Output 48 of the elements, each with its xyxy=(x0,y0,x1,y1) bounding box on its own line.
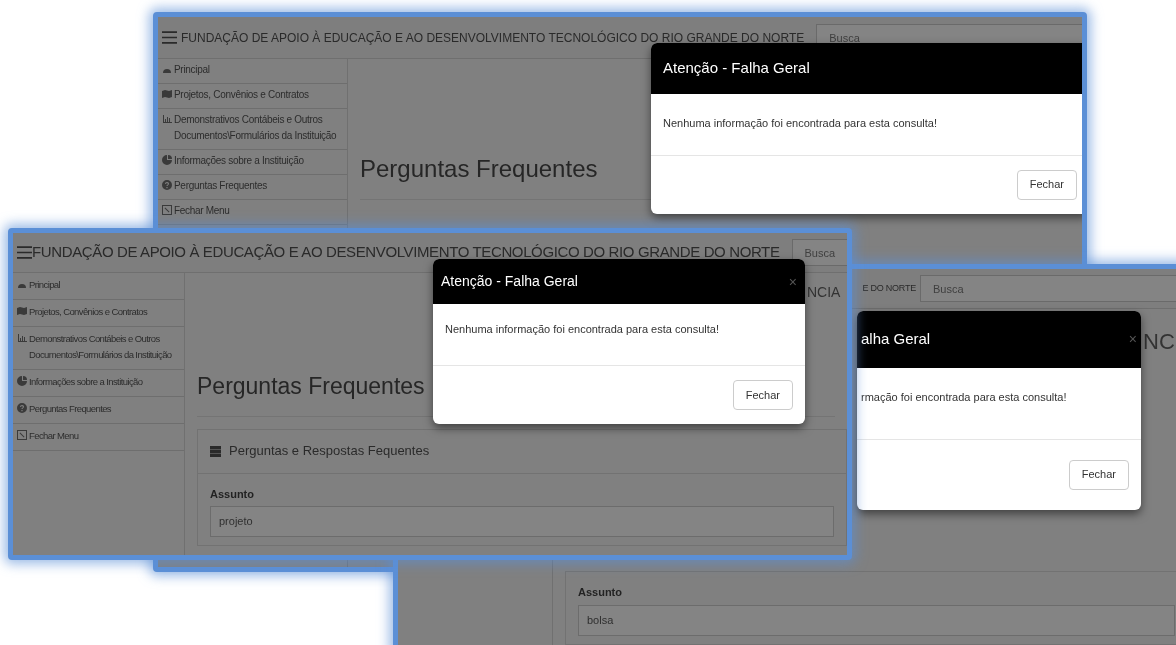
close-dialog-button[interactable]: Fechar xyxy=(732,380,793,410)
cut-heading-text: NC xyxy=(1143,331,1175,353)
sidebar-item[interactable]: Perguntas Frequentes xyxy=(13,397,184,424)
map-icon xyxy=(17,306,27,316)
sidebar-item[interactable]: Perguntas Frequentes xyxy=(158,175,347,200)
dialog-message: Nenhuma informação foi encontrada para esta consulta! xyxy=(663,116,937,129)
dialog-title: Atenção - Falha Geral xyxy=(441,272,578,291)
page-heading: Perguntas Frequentes xyxy=(360,155,598,182)
search-field[interactable]: Busca xyxy=(791,239,847,266)
subject-field[interactable]: projeto xyxy=(210,506,834,537)
map-icon xyxy=(162,89,172,99)
search-field[interactable]: Busca xyxy=(920,275,1176,302)
dialog-message: rmação foi encontrada para esta consulta! xyxy=(861,390,1067,403)
dialog-title: Atenção - Falha Geral xyxy=(663,58,810,78)
sidebar-item[interactable]: Projetos, Convênios e Contratos xyxy=(13,300,184,327)
sidebar-item[interactable]: Demonstrativos Contábeis e Outros Documentos\Formulários da Instituição xyxy=(13,327,184,370)
field-label: Assunto xyxy=(210,486,255,502)
page-heading: Perguntas Frequentes xyxy=(197,373,425,399)
panel-title: Perguntas e Respostas Fequentes xyxy=(229,442,430,461)
site-title: E DO NORTE xyxy=(862,281,916,295)
subject-field[interactable]: bolsa xyxy=(578,604,1175,636)
close-dialog-button[interactable]: Fechar xyxy=(1068,459,1129,490)
question-icon xyxy=(162,180,172,190)
pie-chart-icon xyxy=(17,376,27,386)
list-icon xyxy=(210,445,221,457)
sidebar-item[interactable]: Informações sobre a Instituição xyxy=(13,370,184,397)
close-dialog-button[interactable]: Fechar xyxy=(1016,169,1077,200)
sidebar-item[interactable]: Fechar Menu xyxy=(13,424,184,451)
sidebar-item[interactable]: Fechar Menu xyxy=(158,200,347,225)
close-button[interactable]: × xyxy=(788,274,797,289)
bar-chart-icon xyxy=(17,333,27,343)
sidebar-item[interactable]: Demonstrativos Contábeis e Outros Documentos\Formulários da Instituição xyxy=(158,109,347,150)
bar-chart-icon xyxy=(162,114,172,124)
site-title: FUNDAÇÃO DE APOIO À EDUCAÇÃO E AO DESENVOLVIMENTO TECNOLÓGICO DO RIO GRANDE DO NORTE xyxy=(32,242,780,263)
cut-heading-text: NCIA xyxy=(807,285,841,299)
close-button[interactable]: × xyxy=(1128,332,1137,347)
question-icon xyxy=(17,403,27,413)
sidebar-item[interactable]: Informações sobre a Instituição xyxy=(158,150,347,175)
dialog-message: Nenhuma informação foi encontrada para esta consulta! xyxy=(445,323,719,335)
dialog-title: alha Geral xyxy=(861,329,931,349)
menu-icon[interactable] xyxy=(162,31,177,44)
field-label: Assunto xyxy=(578,585,623,600)
pie-chart-icon xyxy=(162,155,172,165)
sidebar-item[interactable]: Projetos, Convênios e Contratos xyxy=(158,84,347,109)
sidebar-item[interactable]: Principal xyxy=(13,273,184,300)
sidebar-item[interactable]: Principal xyxy=(158,59,347,84)
site-title: FUNDAÇÃO DE APOIO À EDUCAÇÃO E AO DESENVOLVIMENTO TECNOLÓGICO DO RIO GRANDE DO NORTE xyxy=(181,29,805,47)
menu-icon[interactable] xyxy=(17,246,32,259)
